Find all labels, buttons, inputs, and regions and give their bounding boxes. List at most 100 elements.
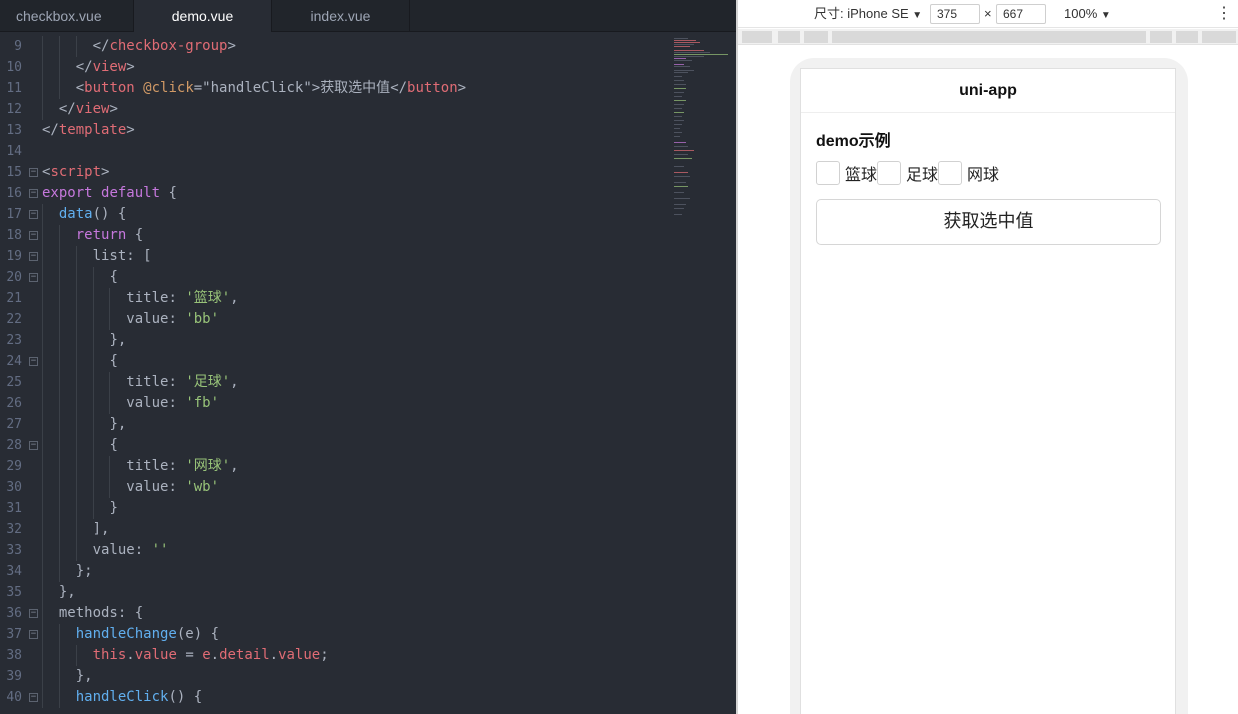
fold-toggle-icon[interactable]: − [29,189,38,198]
fold-toggle-icon[interactable]: − [29,441,38,450]
code-line[interactable]: 25 title: '足球', [0,372,670,393]
ruler-segment[interactable] [804,31,828,43]
checkbox-label[interactable]: 网球 [967,161,999,185]
code-line[interactable]: 30 value: 'wb' [0,477,670,498]
minimap-line [674,58,686,59]
code-line[interactable]: 28− { [0,435,670,456]
code-line[interactable]: 13 </template> [0,120,670,141]
indent-guide [75,519,77,540]
code-line[interactable]: 11 <button @click="handleClick">获取选中值</bu… [0,78,670,99]
code-line[interactable]: 35}, [0,582,670,603]
fold-toggle-icon[interactable]: − [29,252,38,261]
code-line[interactable]: 39}, [0,666,670,687]
checkbox-box[interactable] [938,161,963,185]
code-line[interactable]: 21 title: '篮球', [0,288,670,309]
more-icon[interactable]: ⋮ [1216,0,1232,28]
checkbox-box[interactable] [816,161,840,185]
code-line[interactable]: 22 value: 'bb' [0,309,670,330]
checkbox-football[interactable]: 足球 [877,161,938,185]
code-line[interactable]: 23}, [0,330,670,351]
code-line[interactable]: 26 value: 'fb' [0,393,670,414]
code-line[interactable]: 12 </view> [0,99,670,120]
code-line[interactable]: 37− handleChange(e) { [0,624,670,645]
code-line[interactable]: 10 </view> [0,57,670,78]
code-line[interactable]: 15− <script> [0,162,670,183]
code-line[interactable]: 36− methods: { [0,603,670,624]
fold-toggle-icon[interactable]: − [29,168,38,177]
fold-toggle-icon[interactable]: − [29,609,38,618]
minimap-line [674,40,696,41]
ruler-segment[interactable] [1176,31,1198,43]
code-line[interactable]: 34}; [0,561,670,582]
fold-toggle-icon[interactable]: − [29,357,38,366]
chevron-down-icon: ▼ [1100,10,1111,21]
ruler-segment[interactable] [832,31,1146,43]
line-number: 40 [6,690,22,705]
code-line[interactable]: 9 </checkbox-group> [0,36,670,57]
fold-toggle-icon[interactable]: − [29,273,38,282]
code-line[interactable]: 14 [0,141,670,162]
code-line[interactable]: 20− { [0,267,670,288]
code-text: handleClick() { [76,687,202,708]
code-line[interactable]: 18− return { [0,225,670,246]
code-line[interactable]: 19− list: [ [0,246,670,267]
code-token: '' [151,542,169,558]
fold-toggle-icon[interactable]: − [29,210,38,219]
minimap-line [674,182,686,183]
height-input[interactable]: 667 [996,4,1046,24]
code-token: }; [75,563,93,579]
code-line[interactable]: 40− handleClick() { [0,687,670,708]
fold-toggle-icon[interactable]: − [29,231,38,240]
code-line[interactable]: 29 title: '网球', [0,456,670,477]
fold-gutter [29,420,38,429]
code-editor[interactable]: checkbox.vue demo.vue index.vue 9 </check… [0,0,736,714]
tab-demo-vue[interactable]: demo.vue [134,0,272,32]
media-query-ruler[interactable] [738,29,1238,45]
checkbox-basketball[interactable]: 篮球 [816,161,877,185]
get-selected-button[interactable]: 获取选中值 [816,199,1161,245]
line-number: 11 [6,81,22,96]
ruler-segment[interactable] [1202,31,1236,43]
indent-guide [42,393,43,414]
code-line[interactable]: 33 value: '' [0,540,670,561]
checkbox-tennis[interactable]: 网球 [938,161,999,185]
tab-checkbox-vue[interactable]: checkbox.vue [0,0,134,32]
fold-gutter [29,483,38,492]
zoom-select[interactable]: 100% ▼ [1064,0,1111,28]
code-token: { [109,437,118,453]
code-line[interactable]: 31} [0,498,670,519]
indent-guide [109,309,111,330]
ruler-segment[interactable] [778,31,800,43]
code-text: value: 'fb' [126,393,219,414]
code-line[interactable]: 17− data() { [0,204,670,225]
minimap-line [674,142,686,143]
fold-toggle-icon[interactable]: − [29,630,38,639]
device-size-select[interactable]: 尺寸: iPhone SE ▼ [814,0,922,28]
code-line[interactable]: 27}, [0,414,670,435]
indent-guide [42,519,43,540]
code-token: 获取选中值 [320,80,391,96]
indent-guide [58,414,60,435]
code-line[interactable]: 16− export default { [0,183,670,204]
indent-guide [42,477,43,498]
checkbox-box[interactable] [877,161,902,185]
tab-index-vue[interactable]: index.vue [272,0,410,32]
indent-guide [75,330,77,351]
code-line[interactable]: 38 this.value = e.detail.value; [0,645,670,666]
indent-guide [58,519,60,540]
code-text: </template> [42,120,135,141]
checkbox-label[interactable]: 足球 [906,161,938,185]
code-area[interactable]: 9 </checkbox-group> 10 </view> 11 <button @cl… [0,36,670,708]
code-token: > [457,80,467,96]
code-line[interactable]: 24− { [0,351,670,372]
indent-guide [109,393,111,414]
fold-toggle-icon[interactable]: − [29,693,38,702]
ruler-segment[interactable] [1150,31,1172,43]
code-line[interactable]: 32], [0,519,670,540]
minimap[interactable] [672,36,730,226]
code-token: handleChange [75,626,177,642]
checkbox-label[interactable]: 篮球 [845,161,877,185]
ruler-segment[interactable] [742,31,772,43]
code-token: default [101,185,161,201]
width-input[interactable]: 375 [930,4,980,24]
